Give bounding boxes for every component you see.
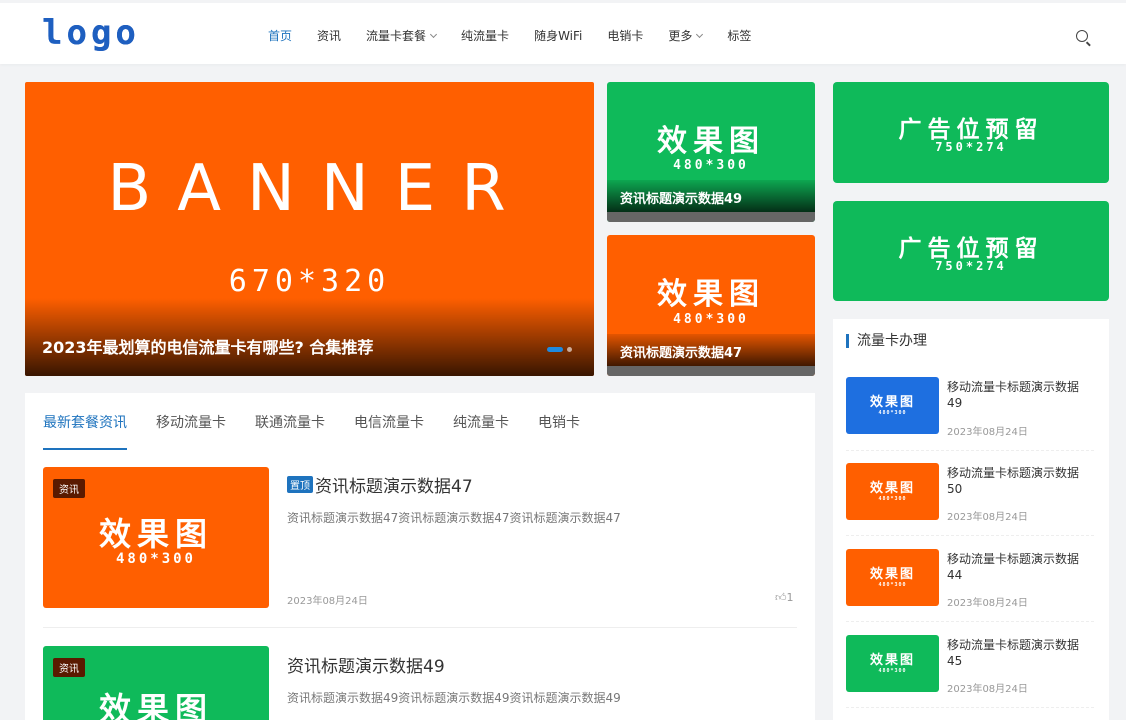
nav-item-plans[interactable]: 流量卡套餐 [366, 27, 438, 44]
thumb-title: 效果图 [869, 481, 915, 496]
feature-card[interactable]: 效果图 480*300 资讯标题演示数据47 [607, 235, 815, 376]
feature-caption[interactable]: 资讯标题演示数据47 [607, 334, 815, 376]
thumb-size: 480*300 [115, 551, 196, 567]
chevron-down-icon [696, 30, 704, 39]
thumb-title: 效果图 [869, 395, 915, 410]
thumb-size: 480*300 [673, 158, 749, 173]
sidebar-item[interactable]: 效果图 480*300 移动流量卡标题演示数据45 2023年08月24日 [846, 635, 1094, 699]
sidebar-thumbnail[interactable]: 效果图 480*300 [846, 549, 939, 606]
sidebar-item-date: 2023年08月24日 [947, 427, 1028, 438]
sidebar-title: 流量卡办理 [846, 334, 927, 348]
chevron-down-icon [430, 30, 438, 39]
thumbs-up-icon: 👍︎ [775, 591, 787, 604]
sidebar-item-title[interactable]: 移动流量卡标题演示数据50 [947, 465, 1094, 497]
thumb-title: 效果图 [98, 690, 213, 720]
category-badge[interactable]: 资讯 [53, 658, 85, 677]
article-title[interactable]: 资讯标题演示数据49 [287, 652, 445, 677]
banner-size: 670*320 [228, 264, 391, 299]
article-thumbnail[interactable]: 资讯 效果图 480*300 [43, 467, 269, 608]
thumb-size: 480*300 [878, 410, 907, 416]
nav-item-home[interactable]: 首页 [268, 27, 292, 44]
sidebar-item-title[interactable]: 移动流量卡标题演示数据49 [947, 379, 1094, 411]
banner-text: BANNER [107, 152, 532, 226]
ad-slot[interactable]: 广告位预留 750*274 [833, 201, 1109, 301]
feature-card[interactable]: 效果图 480*300 资讯标题演示数据49 [607, 82, 815, 222]
thumb-size: 480*300 [878, 496, 907, 502]
tab-mobile[interactable]: 移动流量卡 [156, 412, 226, 450]
divider [43, 627, 797, 628]
sidebar-item[interactable]: 效果图 480*300 移动流量卡标题演示数据50 2023年08月24日 [846, 463, 1094, 527]
divider [846, 450, 1094, 451]
sidebar-item[interactable]: 效果图 480*300 移动流量卡标题演示数据49 2023年08月24日 [846, 377, 1094, 441]
nav-item-pure-data[interactable]: 纯流量卡 [461, 27, 509, 44]
ad-size: 750*274 [935, 259, 1007, 273]
nav-item-sales-card[interactable]: 电销卡 [607, 27, 643, 44]
tab-telecom[interactable]: 电信流量卡 [354, 412, 424, 450]
slider-dot[interactable] [547, 347, 563, 352]
article-thumbnail[interactable]: 资讯 效果图 [43, 646, 269, 720]
sidebar-thumbnail[interactable]: 效果图 480*300 [846, 463, 939, 520]
article-date: 2023年08月24日 [287, 596, 368, 607]
article-title[interactable]: 置顶 资讯标题演示数据47 [287, 472, 473, 497]
search-icon[interactable] [1076, 30, 1088, 42]
ad-title: 广告位预留 [898, 117, 1044, 143]
tab-unicom[interactable]: 联通流量卡 [255, 412, 325, 450]
site-header: logo 首页 资讯 流量卡套餐 纯流量卡 随身WiFi 电销卡 更多 标签 [0, 0, 1126, 64]
thumb-title: 效果图 [657, 277, 765, 312]
nav-item-news[interactable]: 资讯 [317, 27, 341, 44]
category-tabs: 最新套餐资讯 移动流量卡 联通流量卡 电信流量卡 纯流量卡 电销卡 [43, 412, 609, 450]
like-button[interactable]: 👍︎1 [775, 591, 794, 604]
article-excerpt: 资讯标题演示数据49资讯标题演示数据49资讯标题演示数据49 [287, 691, 621, 705]
nav-item-more[interactable]: 更多 [668, 27, 704, 44]
divider [846, 707, 1094, 708]
ad-slot[interactable]: 广告位预留 750*274 [833, 82, 1109, 183]
nav-item-tags[interactable]: 标签 [727, 27, 751, 44]
thumb-title: 效果图 [98, 515, 213, 553]
sidebar-item-date: 2023年08月24日 [947, 512, 1028, 523]
sidebar-item-title[interactable]: 移动流量卡标题演示数据44 [947, 551, 1094, 583]
thumb-title: 效果图 [869, 653, 915, 668]
feature-caption[interactable]: 资讯标题演示数据49 [607, 180, 815, 222]
article-excerpt: 资讯标题演示数据47资讯标题演示数据47资讯标题演示数据47 [287, 511, 621, 525]
divider [846, 535, 1094, 536]
sidebar-thumbnail[interactable]: 效果图 480*300 [846, 635, 939, 692]
category-badge[interactable]: 资讯 [53, 479, 85, 498]
tab-sales-card[interactable]: 电销卡 [538, 412, 580, 450]
banner-caption[interactable]: 2023年最划算的电信流量卡有哪些? 合集推荐 [25, 298, 594, 376]
tab-latest[interactable]: 最新套餐资讯 [43, 412, 127, 450]
thumb-title: 效果图 [657, 124, 765, 159]
sidebar-item-date: 2023年08月24日 [947, 598, 1028, 609]
sidebar-thumbnail[interactable]: 效果图 480*300 [846, 377, 939, 434]
thumb-size: 480*300 [878, 668, 907, 674]
divider [846, 621, 1094, 622]
banner-slider[interactable]: BANNER 670*320 2023年最划算的电信流量卡有哪些? 合集推荐 [25, 82, 594, 376]
slider-dots [543, 347, 572, 352]
tab-pure-data[interactable]: 纯流量卡 [453, 412, 509, 450]
ad-size: 750*274 [935, 140, 1007, 154]
sidebar-item-title[interactable]: 移动流量卡标题演示数据45 [947, 637, 1094, 669]
thumb-size: 480*300 [878, 582, 907, 588]
sidebar-item[interactable]: 效果图 480*300 移动流量卡标题演示数据44 2023年08月24日 [846, 549, 1094, 613]
sidebar-item-date: 2023年08月24日 [947, 684, 1028, 695]
ad-title: 广告位预留 [898, 236, 1044, 262]
pinned-badge: 置顶 [287, 476, 313, 493]
nav-item-wifi[interactable]: 随身WiFi [534, 27, 582, 44]
thumb-title: 效果图 [869, 567, 915, 582]
slider-dot[interactable] [567, 347, 572, 352]
thumb-size: 480*300 [673, 312, 749, 327]
main-nav: 首页 资讯 流量卡套餐 纯流量卡 随身WiFi 电销卡 更多 标签 [268, 27, 776, 44]
site-logo[interactable]: logo [42, 13, 140, 53]
